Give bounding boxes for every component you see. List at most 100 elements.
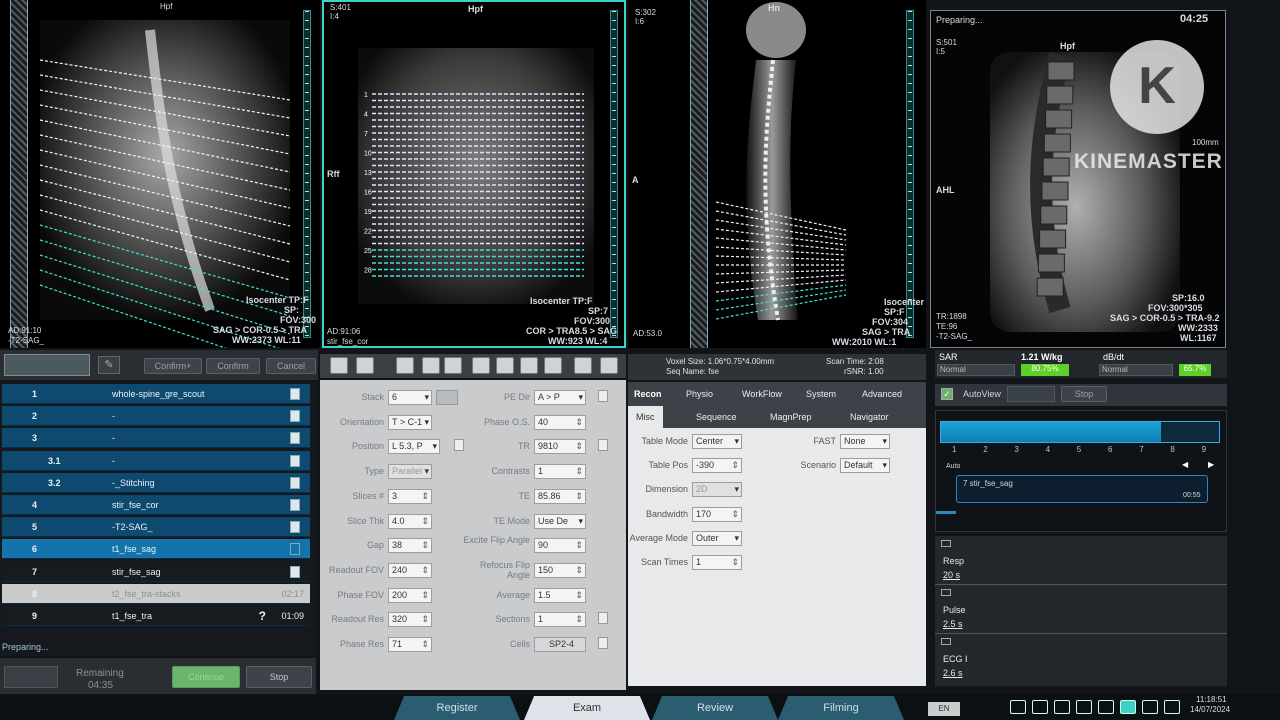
grid-icon[interactable] [472,357,490,374]
top-tab[interactable]: Recon [634,389,662,399]
dbdt-mode[interactable]: Normal [1099,364,1173,376]
timeline-scroll[interactable] [936,511,956,514]
viewport-3[interactable]: S:302 I:6 Hn A AD:53.0 Isocenter SP:F FO… [628,0,926,348]
form-field[interactable]: 1.5 [534,587,586,603]
display-icon[interactable] [1054,700,1070,714]
viewport-2[interactable]: 1 4 7 10 13 16 19 22 25 28 S:401 I:4 Hpf Rff AD:9… [322,0,626,348]
tools-icon[interactable] [574,357,592,374]
zoom-out-icon[interactable] [520,357,538,374]
protocol-row[interactable]: 7 stir_fse_sag [2,561,310,582]
protocol-row[interactable]: 4 stir_fse_cor [2,495,310,515]
form-field[interactable]: 3 [388,488,432,504]
form-field[interactable]: 200 [388,587,432,603]
form-field[interactable]: A > P [534,390,586,405]
misc-field[interactable]: 1 [692,555,742,570]
protocol-row[interactable]: 3.2 -_Stitching [2,472,310,493]
physio-name[interactable]: Resp [943,556,964,566]
protocol-status-icon[interactable] [290,476,300,489]
misc-field[interactable]: Center [692,434,742,449]
form-field[interactable]: 150 [534,562,586,578]
protocol-row[interactable]: 5 -T2-SAG_ [2,517,310,538]
sar-mode[interactable]: Normal [937,364,1015,376]
stop-button[interactable]: Stop [246,666,312,688]
top-tab[interactable]: Advanced [862,389,902,399]
misc-field[interactable]: -390 [692,458,742,474]
protocol-status-icon[interactable] [290,410,300,423]
form-field[interactable]: SP2-4 [534,637,586,652]
top-tab[interactable]: Physio [686,389,713,399]
protocol-row[interactable]: 9 t1_fse_tra 01:09? [2,606,310,626]
bottom-tab[interactable]: Exam [524,696,650,720]
form-field[interactable]: L 5.3, P [388,439,440,455]
form-field[interactable]: 85.86 [534,488,586,504]
sub-tab[interactable]: MagnPrep [762,406,820,428]
protocol-row[interactable]: 3.1 - [2,450,310,471]
contrast-icon[interactable] [544,357,562,374]
protocol-status-icon[interactable] [290,543,300,556]
continue-button[interactable]: Continue [172,666,240,688]
edit-icon[interactable]: ✎ [98,356,120,374]
form-checkbox[interactable] [598,439,608,451]
form-field[interactable]: 1 [534,612,586,628]
pie-icon[interactable] [1142,700,1158,714]
lock-icon[interactable] [600,357,618,374]
protocol-row[interactable]: 2- [2,406,310,427]
form-field[interactable]: Parallel [388,464,432,480]
form-field[interactable]: 4.0 [388,513,432,529]
bottom-tab[interactable]: Register [394,696,520,720]
form-field[interactable]: T > C-1 [388,414,432,430]
brush-icon[interactable] [444,357,462,374]
camera-icon[interactable] [1120,700,1136,714]
physio-name[interactable]: ECG I [943,654,968,664]
sub-tab[interactable]: Misc [628,406,663,428]
bottom-tab[interactable]: Review [652,696,778,720]
form-field[interactable]: 71 [388,637,432,652]
settings-icon[interactable] [1098,700,1114,714]
sub-tab[interactable]: Sequence [688,406,745,428]
confirm-plus-button[interactable]: Confirm+ [144,358,202,374]
form-field[interactable]: 40 [534,414,586,430]
protocol-status-icon[interactable] [290,565,300,578]
list-icon[interactable] [356,357,374,374]
form-checkbox[interactable] [598,637,608,649]
pencil-icon[interactable] [422,357,440,374]
protocol-status-icon[interactable] [290,521,300,534]
form-field[interactable]: 9810 [534,439,586,455]
protocol-row[interactable]: 8 t2_fse_tra-stacks 02:17 [2,583,310,604]
top-tab[interactable]: WorkFlow [742,389,782,399]
scout-thumbnail[interactable] [4,354,90,376]
form-field[interactable]: 320 [388,612,432,628]
scan-timeline[interactable]: 1 2 3 4 5 6 7 8 9 Auto ◀ ▶ 7 stir_fse_sag 00:55 [935,410,1227,532]
timeline-item[interactable]: 7 stir_fse_sag 00:55 [956,475,1208,503]
protocol-status-icon[interactable] [290,432,300,445]
protocol-status-icon[interactable] [290,499,300,511]
physio-value[interactable]: 20 s [943,570,960,580]
physio-name[interactable]: Pulse [943,605,966,615]
protocol-list[interactable]: 1 whole-spine_gre_scout 2-3-3.1-3.2 -_Stitc… [0,382,316,656]
viewport-1[interactable]: Hpf AD:91:10 -T2-SAG_ Isocenter TP:F SP:… [0,0,320,348]
form-field[interactable]: 1 [534,464,586,480]
form-field[interactable]: 240 [388,562,432,578]
sub-tab[interactable]: Navigator [842,406,897,428]
form-field[interactable]: 90 [534,538,586,554]
misc-field[interactable]: 2D [692,482,742,498]
protocol-row[interactable]: 1 whole-spine_gre_scout [2,384,310,404]
physio-value[interactable]: 2.5 s [943,619,963,629]
network-icon[interactable] [1010,700,1026,714]
stack-add-button[interactable] [436,390,458,405]
cancel-button[interactable]: Cancel [266,358,316,374]
folder-icon[interactable] [1164,700,1180,714]
zoom-in-icon[interactable] [496,357,514,374]
autoview-field[interactable] [1007,386,1055,402]
protocol-row[interactable]: 3- [2,428,310,449]
protocol-status-icon[interactable] [290,454,300,467]
protocol-status-icon[interactable] [290,388,300,400]
form-field[interactable]: 38 [388,538,432,554]
form-checkbox[interactable] [598,612,608,624]
form-field[interactable]: Use De [534,513,586,529]
bottom-tab[interactable]: Filming [778,696,904,720]
misc-field[interactable]: Default [840,458,890,474]
autoview-checkbox[interactable]: ✓ [941,388,953,400]
misc-field[interactable]: 170 [692,506,742,522]
document-icon[interactable] [1076,700,1092,714]
